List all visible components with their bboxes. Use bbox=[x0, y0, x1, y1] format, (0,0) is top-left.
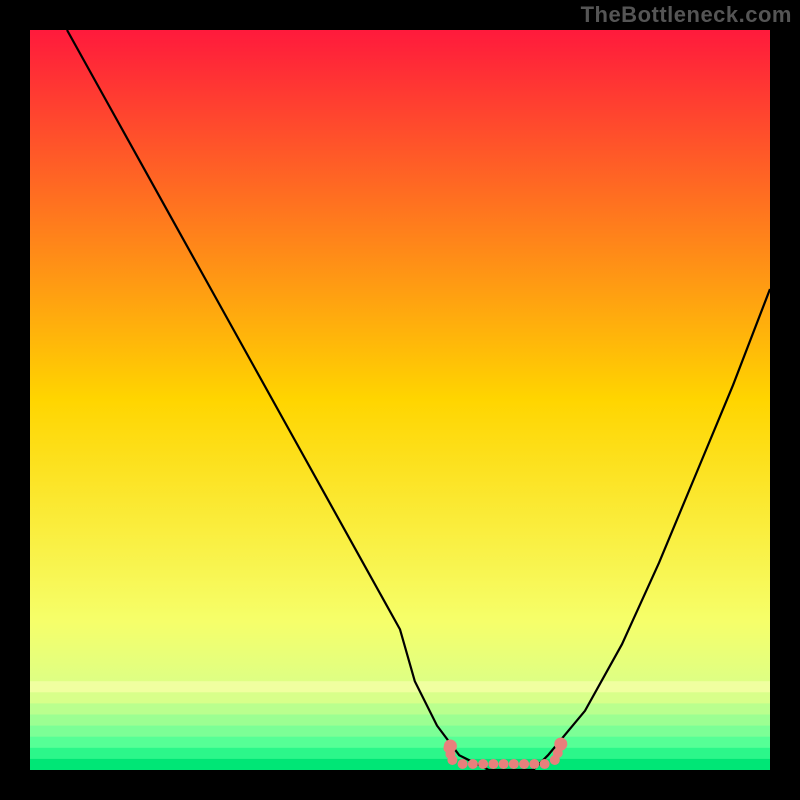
chart-frame: TheBottleneck.com bbox=[0, 0, 800, 800]
flat-start-dot bbox=[444, 740, 457, 753]
chart-plot-area bbox=[30, 30, 770, 770]
chart-svg bbox=[30, 30, 770, 770]
watermark-text: TheBottleneck.com bbox=[581, 2, 792, 28]
flat-end-dot bbox=[554, 738, 567, 751]
gradient-background bbox=[30, 30, 770, 770]
bottom-green-bands bbox=[30, 681, 770, 770]
